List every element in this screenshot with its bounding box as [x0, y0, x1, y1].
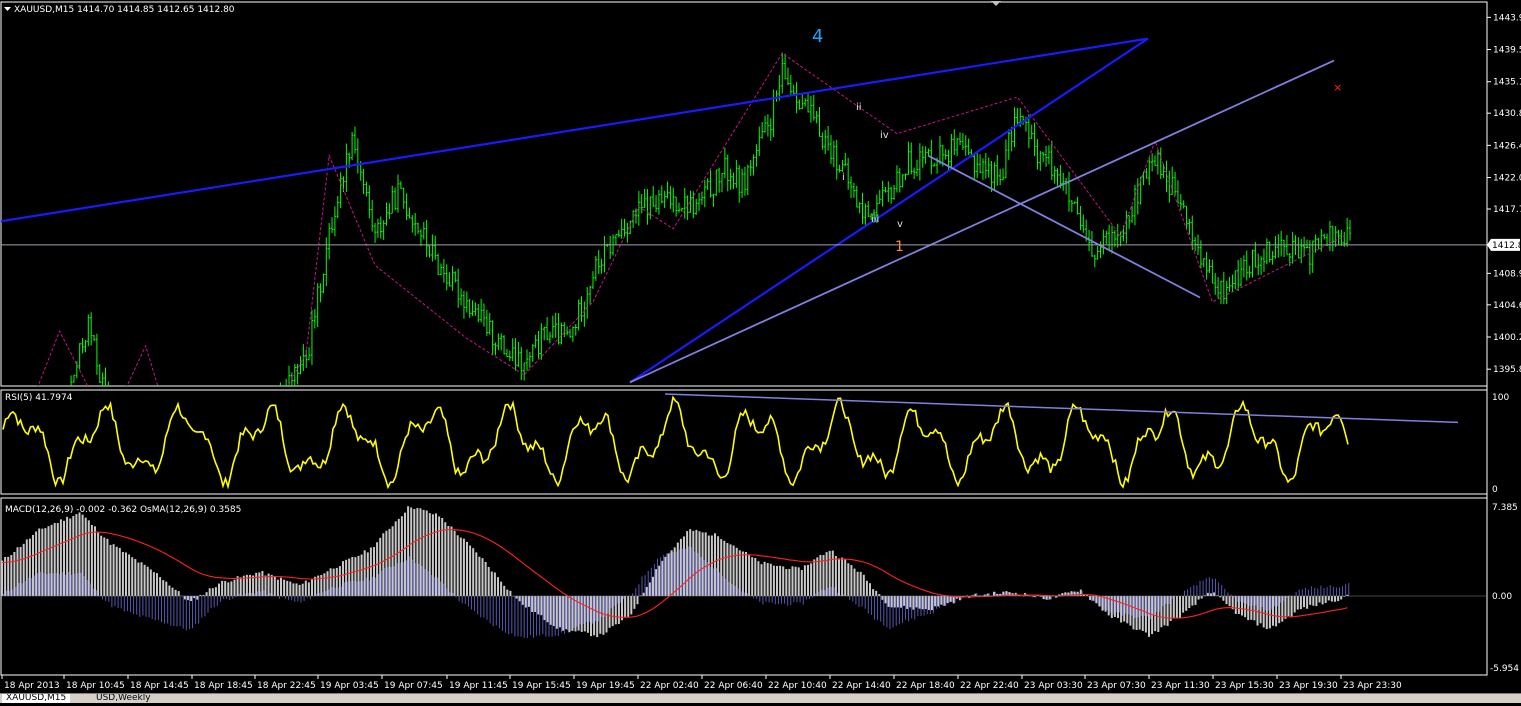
time-tick-label: 23 Apr 03:30 — [1024, 681, 1083, 691]
price-tick-label: 1439.5 — [1493, 46, 1521, 56]
wave-label-iii: iii — [871, 214, 879, 225]
rsi-tick-0: 0 — [1492, 485, 1498, 495]
time-tick-label: 22 Apr 06:40 — [704, 681, 763, 691]
time-tick-label: 18 Apr 14:45 — [130, 681, 189, 691]
wave-label-ii: ii — [856, 102, 862, 113]
zigzag-path — [37, 52, 1345, 386]
rsi-trendline — [664, 393, 1459, 424]
time-tick-label: 22 Apr 14:40 — [832, 681, 891, 691]
chart-header: XAUUSD,M15 1414.70 1414.85 1412.65 1412.… — [14, 5, 235, 15]
wave-label-1: 1 — [895, 239, 904, 255]
time-tick-label: 19 Apr 11:45 — [449, 681, 508, 691]
trendline — [629, 59, 1335, 384]
price-axis: 1443.9 1439.5 1435.1 1430.8 1426.4 1422.0 1417… — [1487, 13, 1521, 375]
time-tick-label: 18 Apr 10:45 — [66, 681, 125, 691]
trendline — [629, 37, 1149, 384]
macd-tick-top: 7.385 — [1492, 503, 1518, 513]
time-tick-label: 22 Apr 18:40 — [896, 681, 955, 691]
time-tick-label: 22 Apr 22:40 — [960, 681, 1019, 691]
wave-label-4: 4 — [812, 26, 823, 47]
time-tick-label: 19 Apr 03:45 — [320, 681, 379, 691]
time-tick-label: 18 Apr 18:45 — [194, 681, 253, 691]
scroll-marker-icon[interactable] — [991, 1, 1001, 6]
trendline — [1, 37, 1149, 223]
rsi-tick-100: 100 — [1492, 393, 1509, 403]
chart-canvas: 1443.9 1439.5 1435.1 1430.8 1426.4 1422.0 1417… — [0, 1, 1521, 691]
rsi-label: RSI(5) 41.7974 — [5, 393, 73, 403]
time-axis: 18 Apr 2013 18 Apr 10:45 18 Apr 14:45 18 Ap… — [1, 675, 1402, 691]
osma-histogram — [2, 546, 1350, 639]
price-tick-label: 1426.4 — [1493, 141, 1521, 151]
time-tick-label: 19 Apr 07:45 — [384, 681, 443, 691]
header-dropdown-icon[interactable] — [4, 7, 11, 11]
time-tick-label: 22 Apr 02:40 — [640, 681, 699, 691]
macd-histogram — [1, 506, 1349, 638]
zigzag-line — [37, 52, 1345, 386]
time-tick-label: 23 Apr 15:30 — [1215, 681, 1274, 691]
price-tick-label: 1395.8 — [1493, 365, 1521, 375]
price-tick-label: 1400.2 — [1493, 333, 1521, 343]
price-tick-label: 1435.1 — [1493, 78, 1521, 88]
rsi-panel: RSI(5) 41.7974 100 0 — [2, 393, 1509, 495]
price-tick-label: 1430.8 — [1493, 109, 1521, 119]
panel-frame — [0, 1, 1488, 387]
wave-label-iv: iv — [880, 130, 889, 141]
price-tick-label: 1417.7 — [1493, 205, 1521, 215]
stop-marker-icon: × — [1333, 81, 1342, 94]
macd-tick-zero: 0.00 — [1492, 592, 1512, 602]
time-tick-label: 19 Apr 15:45 — [512, 681, 571, 691]
price-tick-label: 1443.9 — [1493, 13, 1521, 23]
time-tick-label: 23 Apr 19:30 — [1279, 681, 1338, 691]
wave-label-i: i — [842, 172, 845, 183]
price-tick-label: 1404.6 — [1493, 301, 1521, 311]
trendlines — [1, 37, 1335, 384]
price-panel: 1443.9 1439.5 1435.1 1430.8 1426.4 1422.0 1417… — [1, 1, 1521, 386]
time-tick-label: 18 Apr 22:45 — [257, 681, 316, 691]
time-tick-label: 23 Apr 07:30 — [1087, 681, 1146, 691]
macd-label: MACD(12,26,9) -0.002 -0.362 OsMA(12,26,9… — [5, 505, 241, 515]
price-tick-label: 1422.0 — [1493, 174, 1521, 184]
macd-tick-bottom: -5.954 — [1490, 664, 1519, 674]
time-tick-label: 19 Apr 19:45 — [576, 681, 635, 691]
price-tick-label: 1408.9 — [1493, 269, 1521, 279]
macd-panel: MACD(12,26,9) -0.002 -0.362 OsMA(12,26,9… — [1, 503, 1519, 674]
time-tick-label: 18 Apr 2013 — [4, 681, 60, 691]
panel-frame — [0, 497, 1488, 676]
chart-window: 1443.9 1439.5 1435.1 1430.8 1426.4 1422.0 1417… — [0, 0, 1521, 703]
time-tick-label: 23 Apr 23:30 — [1343, 681, 1402, 691]
time-tick-label: 22 Apr 10:40 — [768, 681, 827, 691]
wave-label-v: v — [897, 219, 903, 230]
price-badge: 1412.8 — [1492, 241, 1521, 251]
time-tick-label: 23 Apr 11:30 — [1151, 681, 1210, 691]
